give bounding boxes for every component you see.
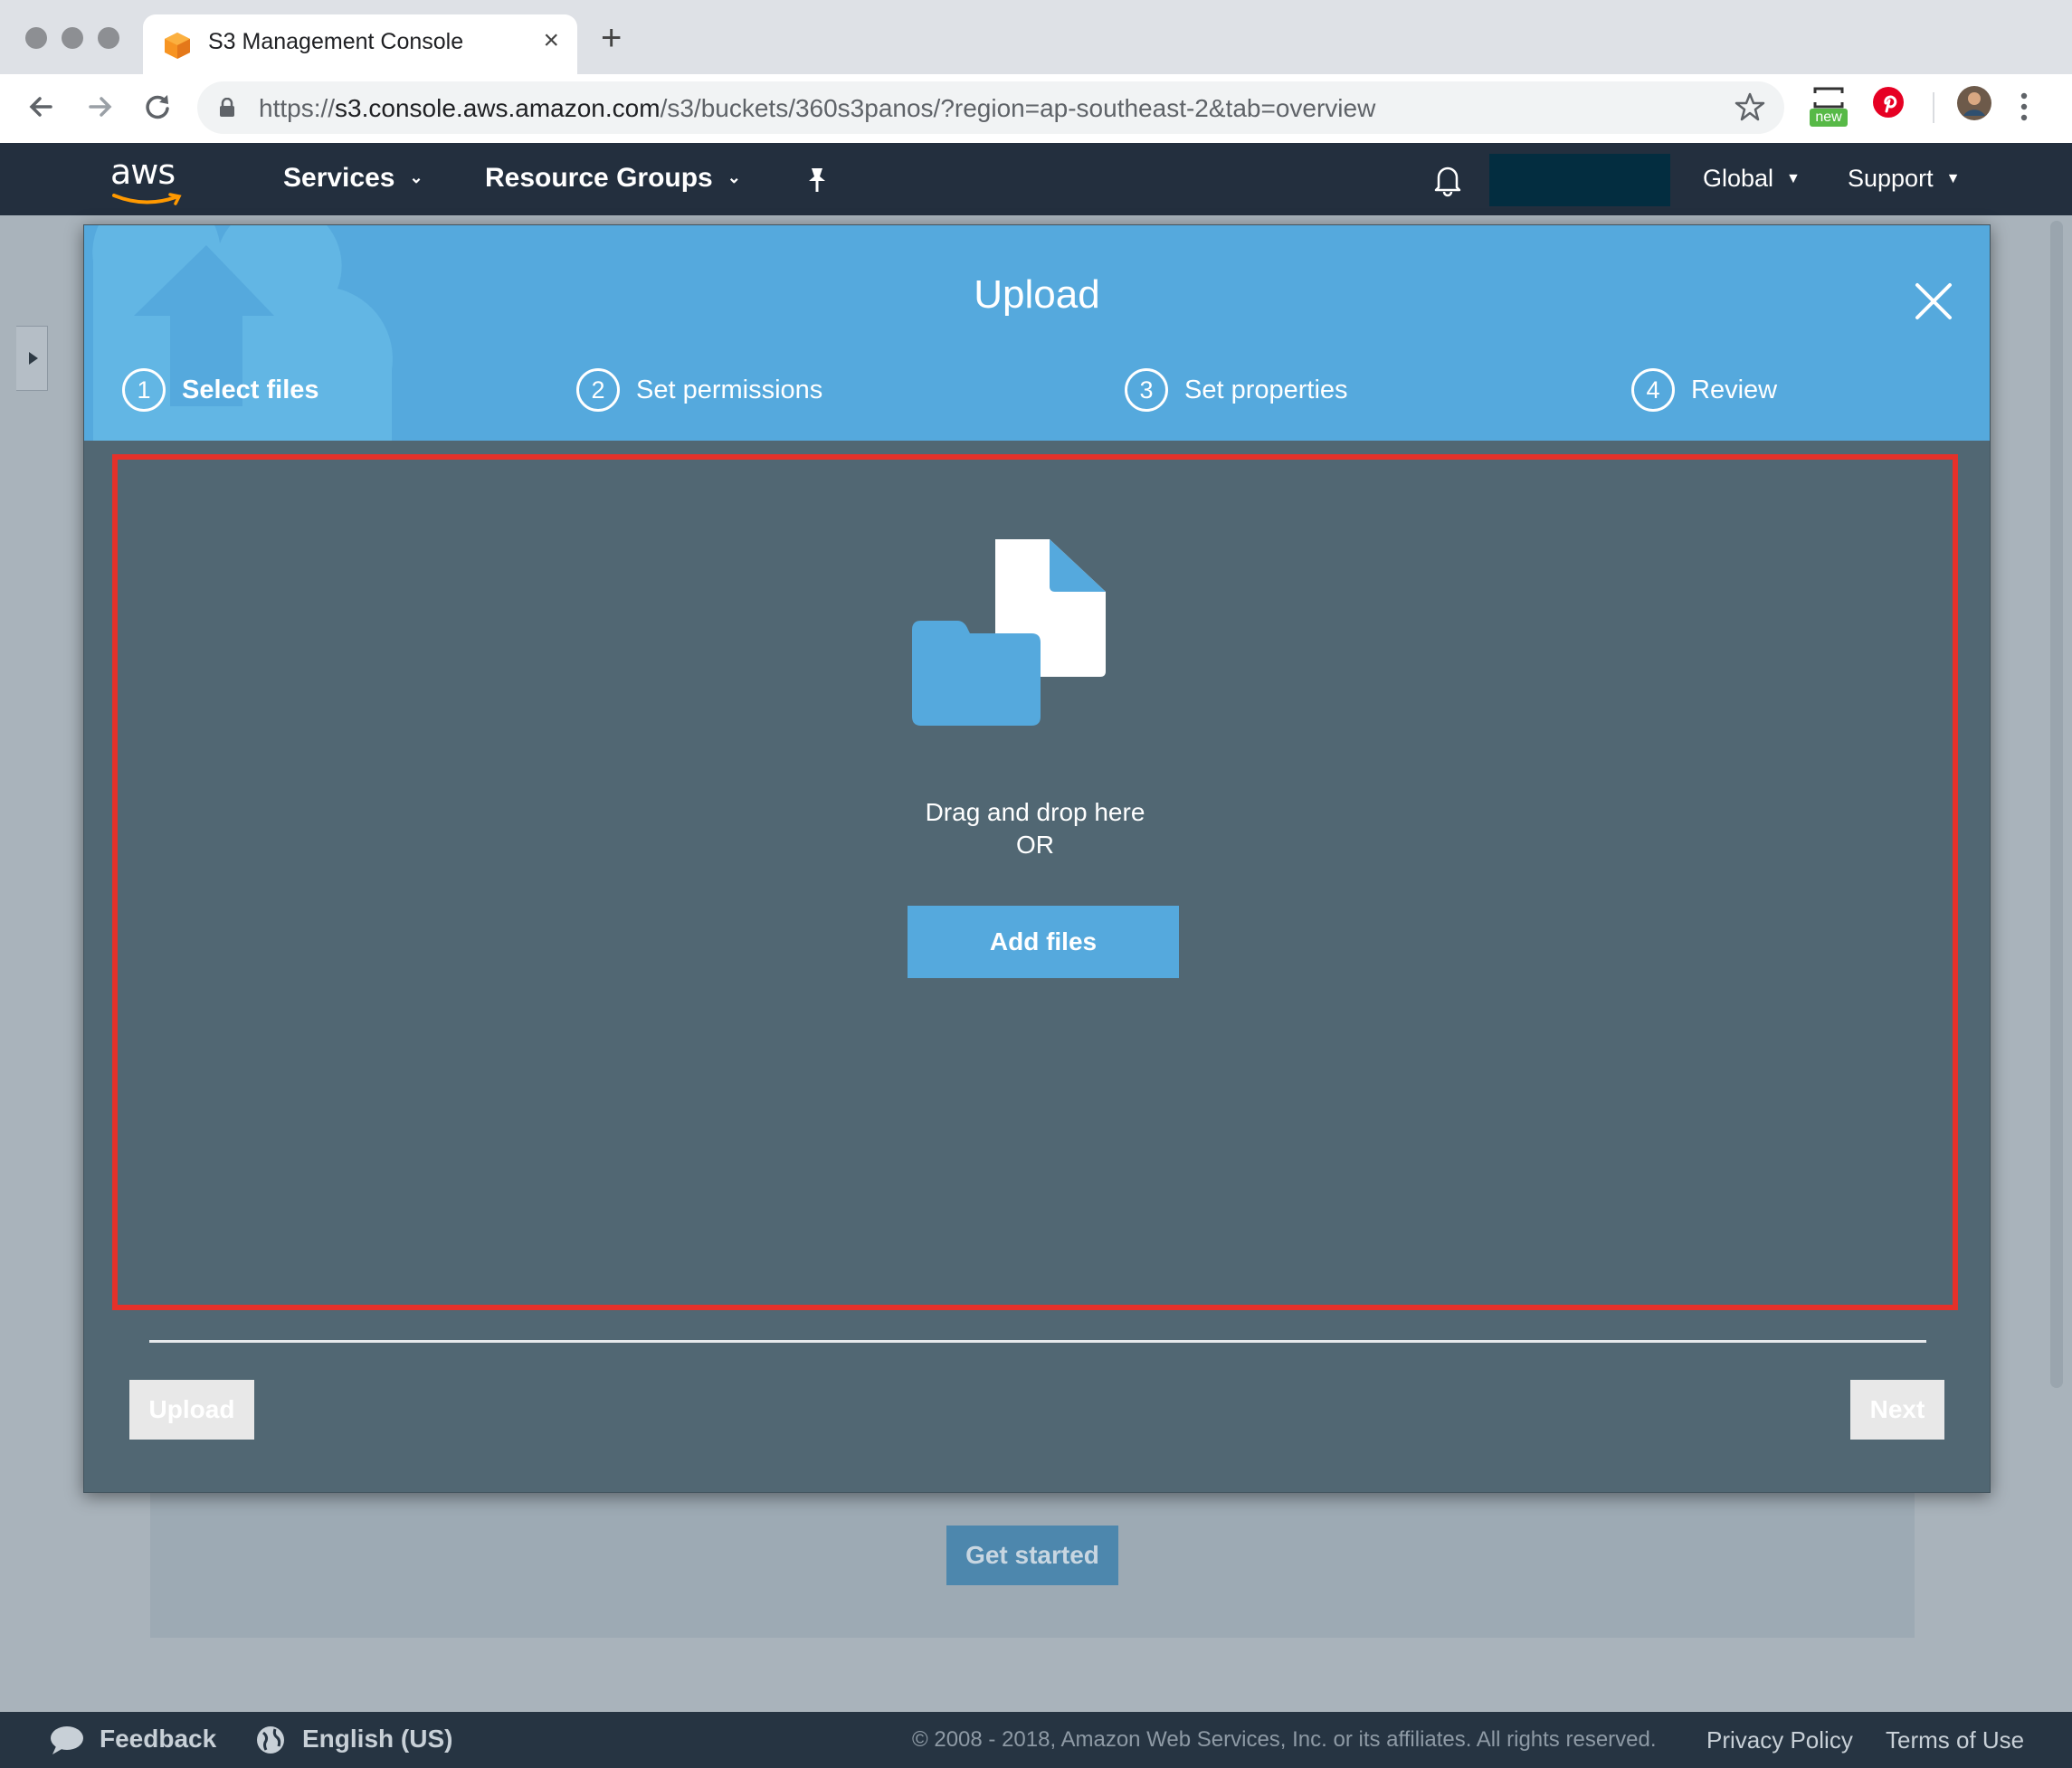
close-icon[interactable]	[1912, 280, 1955, 323]
or-text: OR	[1016, 831, 1054, 859]
window-minimize-dot[interactable]	[62, 27, 83, 49]
pinterest-icon[interactable]	[1871, 85, 1906, 119]
browser-tab-strip: S3 Management Console × +	[0, 0, 2072, 74]
upload-modal: Upload 1 Select files 2 Set permissions 3S…	[83, 224, 1991, 1493]
step-number: 1	[122, 368, 166, 412]
modal-title: Upload	[974, 272, 1100, 317]
reload-icon[interactable]	[138, 87, 177, 127]
new-badge: new	[1810, 109, 1848, 127]
notification-bell-icon[interactable]	[1430, 161, 1466, 197]
new-tab-button[interactable]: +	[601, 20, 622, 56]
terms-of-use-link[interactable]: Terms of Use	[1886, 1726, 2024, 1754]
caret-down-icon: ▼	[1786, 171, 1801, 186]
copyright-text: © 2008 - 2018, Amazon Web Services, Inc.…	[912, 1727, 1657, 1752]
footer-divider	[149, 1340, 1926, 1343]
services-menu[interactable]: Services ⌄	[283, 163, 423, 194]
profile-avatar[interactable]	[1956, 85, 1992, 121]
modal-header: Upload 1 Select files 2 Set permissions 3S…	[84, 225, 1990, 441]
browser-menu-icon[interactable]	[2020, 90, 2029, 123]
region-menu[interactable]: Global ▼	[1703, 165, 1801, 193]
step-number: 3	[1125, 368, 1168, 412]
feedback-link[interactable]: Feedback	[100, 1725, 216, 1754]
chevron-down-icon: ⌄	[727, 168, 741, 186]
sidebar-toggle[interactable]	[16, 326, 48, 391]
file-folder-icon	[912, 539, 1106, 726]
globe-icon	[257, 1726, 284, 1754]
step-label: Select files	[182, 375, 319, 404]
next-button[interactable]: Next	[1850, 1380, 1944, 1440]
window-close-dot[interactable]	[25, 27, 47, 49]
toolbar-separator	[1933, 92, 1934, 123]
privacy-policy-link[interactable]: Privacy Policy	[1706, 1726, 1853, 1754]
step-review[interactable]: 4 Review	[1631, 368, 1777, 415]
step-set-permissions[interactable]: 2 Set permissions	[576, 368, 822, 415]
step-number: 4	[1631, 368, 1675, 412]
drop-instructions: Drag and drop here OR	[118, 796, 1953, 861]
aws-logo[interactable]: aws	[110, 152, 182, 205]
triangle-right-icon	[29, 352, 38, 365]
step-set-properties[interactable]: 3 Set properties	[1125, 368, 1348, 415]
aws-top-nav: aws Services ⌄ Resource Groups ⌄ Global ▼ S…	[0, 143, 2072, 215]
step-number: 2	[576, 368, 620, 412]
browser-tab[interactable]: S3 Management Console ×	[143, 14, 577, 74]
chevron-down-icon: ⌄	[409, 168, 423, 186]
pin-icon[interactable]	[803, 165, 831, 194]
feedback-speech-bubble-icon	[51, 1726, 83, 1754]
window-zoom-dot[interactable]	[98, 27, 119, 49]
drop-text-line: Drag and drop here	[925, 798, 1145, 826]
step-select-files[interactable]: 1 Select files	[122, 368, 319, 415]
aws-cube-icon	[165, 33, 190, 59]
browser-toolbar: https://s3.console.aws.amazon.com/s3/buc…	[0, 74, 2072, 144]
get-started-button[interactable]: Get started	[946, 1526, 1118, 1585]
screenshot-extension-icon[interactable]: new	[1808, 85, 1849, 130]
tab-title: S3 Management Console	[208, 29, 464, 54]
url-text: https://s3.console.aws.amazon.com/s3/buc…	[259, 94, 1376, 122]
step-label: Set permissions	[636, 375, 823, 404]
page-scrollbar[interactable]	[2050, 221, 2063, 1388]
account-menu[interactable]	[1489, 154, 1670, 206]
add-files-button[interactable]: Add files	[908, 906, 1179, 978]
console-footer: Feedback English (US) © 2008 - 2018, Ama…	[0, 1712, 2072, 1768]
back-arrow-icon[interactable]	[22, 87, 62, 127]
support-menu[interactable]: Support ▼	[1848, 165, 1960, 193]
language-selector[interactable]: English (US)	[302, 1725, 452, 1754]
resource-groups-menu[interactable]: Resource Groups ⌄	[485, 163, 741, 194]
bookmark-star-icon[interactable]	[1734, 90, 1766, 123]
upload-button[interactable]: Upload	[129, 1380, 254, 1440]
caret-down-icon: ▼	[1945, 171, 1961, 186]
aws-smile-icon	[112, 193, 182, 205]
file-drop-zone[interactable]: Drag and drop here OR Add files	[112, 454, 1958, 1310]
lock-icon	[220, 98, 234, 117]
tab-close-icon[interactable]: ×	[543, 25, 559, 56]
forward-arrow-icon[interactable]	[80, 87, 119, 127]
address-bar[interactable]: https://s3.console.aws.amazon.com/s3/buc…	[197, 81, 1784, 134]
step-label: Set properties	[1184, 375, 1348, 404]
step-label: Review	[1691, 375, 1778, 404]
